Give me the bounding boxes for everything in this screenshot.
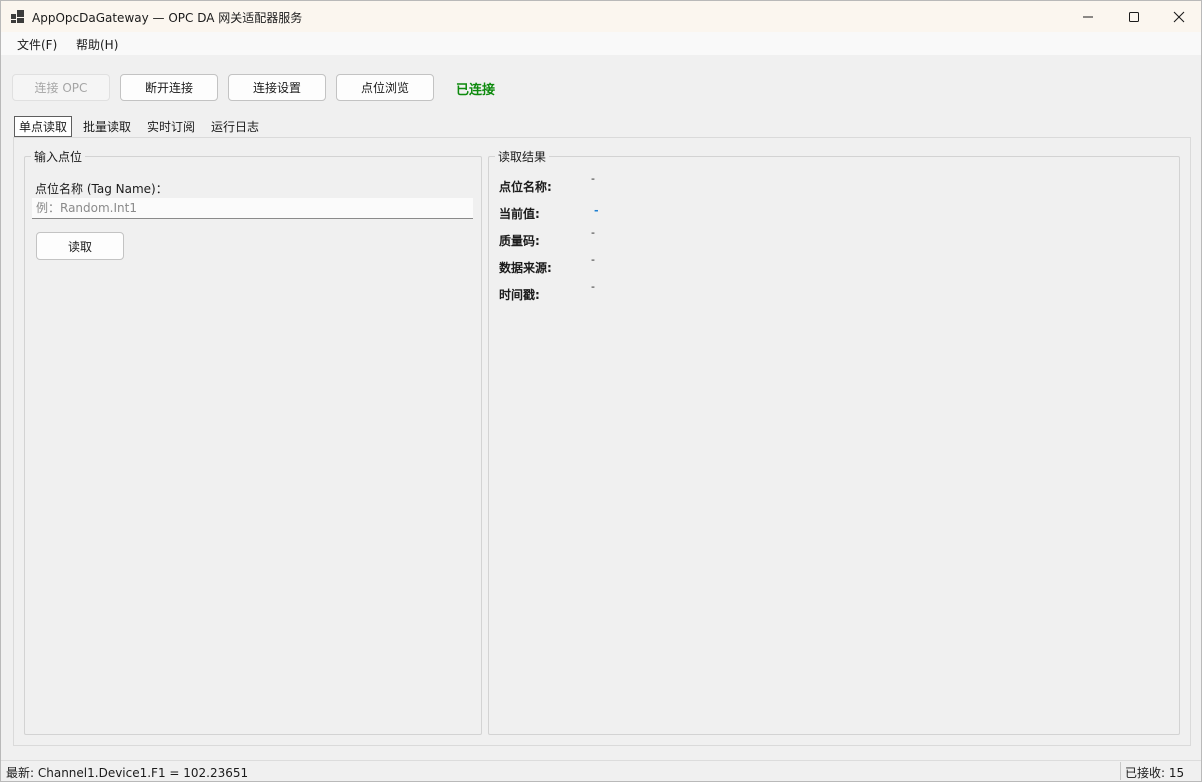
tab-realtime-subscribe[interactable]: 实时订阅	[143, 117, 199, 137]
result-current-value-label: 当前值:	[499, 207, 540, 221]
result-tag-name-value: -	[591, 172, 595, 185]
menu-help[interactable]: 帮助(H)	[76, 36, 118, 53]
tag-name-input[interactable]	[32, 198, 473, 219]
result-timestamp-value: -	[591, 280, 595, 293]
result-source-label: 数据来源:	[499, 261, 552, 275]
status-received-count: 已接收: 15	[1125, 766, 1185, 780]
minimize-icon	[1083, 16, 1093, 17]
maximize-button[interactable]	[1111, 1, 1157, 32]
title-bar[interactable]: AppOpcDaGateway — OPC DA 网关适配器服务	[1, 1, 1201, 32]
read-result-group: 读取结果	[488, 148, 1180, 735]
connect-opc-button[interactable]: 连接 OPC	[12, 74, 110, 101]
result-current-value: -	[594, 204, 599, 217]
disconnect-button[interactable]: 断开连接	[120, 74, 218, 101]
tag-browse-button[interactable]: 点位浏览	[336, 74, 434, 101]
result-quality-value: -	[591, 226, 595, 239]
window-title: AppOpcDaGateway — OPC DA 网关适配器服务	[32, 11, 303, 25]
result-timestamp-label: 时间戳:	[499, 288, 540, 302]
connection-settings-button[interactable]: 连接设置	[228, 74, 326, 101]
result-tag-name-label: 点位名称:	[499, 180, 552, 194]
status-separator	[1120, 762, 1121, 780]
read-button[interactable]: 读取	[36, 232, 124, 260]
app-window: AppOpcDaGateway — OPC DA 网关适配器服务 文件(F) 帮…	[0, 0, 1202, 782]
menu-file[interactable]: 文件(F)	[17, 36, 57, 53]
connection-status: 已连接	[456, 83, 496, 98]
tab-batch-read[interactable]: 批量读取	[79, 117, 135, 137]
status-latest-value: 最新: Channel1.Device1.F1 = 102.23651	[6, 766, 249, 780]
result-source-value: -	[591, 253, 595, 266]
result-quality-label: 质量码:	[499, 234, 540, 248]
menu-bar: 文件(F) 帮助(H)	[1, 32, 1201, 55]
tag-name-label: 点位名称 (Tag Name)：	[35, 182, 168, 196]
close-icon	[1173, 11, 1185, 22]
tab-run-log[interactable]: 运行日志	[207, 117, 263, 137]
maximize-icon	[1129, 11, 1139, 22]
result-group-title: 读取结果	[495, 148, 550, 165]
close-button[interactable]	[1156, 1, 1202, 32]
app-window-icon	[11, 10, 24, 23]
tab-single-read[interactable]: 单点读取	[14, 116, 73, 137]
input-group-title: 输入点位	[31, 148, 86, 165]
minimize-button[interactable]	[1065, 1, 1111, 32]
status-bar: 最新: Channel1.Device1.F1 = 102.23651 已接收:…	[1, 760, 1201, 781]
